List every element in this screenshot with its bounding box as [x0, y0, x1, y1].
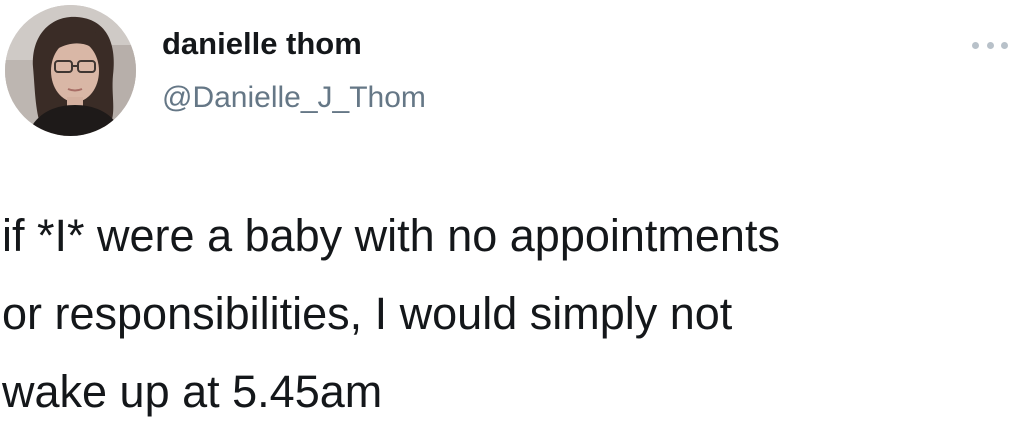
tweet-text-line: if *I* were a baby with no appointments [2, 210, 780, 261]
more-dot [972, 41, 979, 49]
tweet-card: danielle thom @Danielle_J_Thom if *I* we… [0, 0, 1012, 436]
tweet-text-line: wake up at 5.45am [2, 366, 383, 417]
tweet-text: if *I* were a baby with no appointments … [2, 197, 1002, 431]
more-options-icon[interactable] [972, 34, 1008, 56]
more-dot [986, 41, 994, 49]
user-handle[interactable]: @Danielle_J_Thom [162, 79, 426, 117]
tweet-text-line: or responsibilities, I would simply not [2, 288, 733, 339]
profile-photo-icon [5, 5, 136, 136]
more-dot [1001, 41, 1008, 49]
display-name[interactable]: danielle thom [162, 24, 362, 64]
avatar[interactable] [5, 5, 136, 136]
